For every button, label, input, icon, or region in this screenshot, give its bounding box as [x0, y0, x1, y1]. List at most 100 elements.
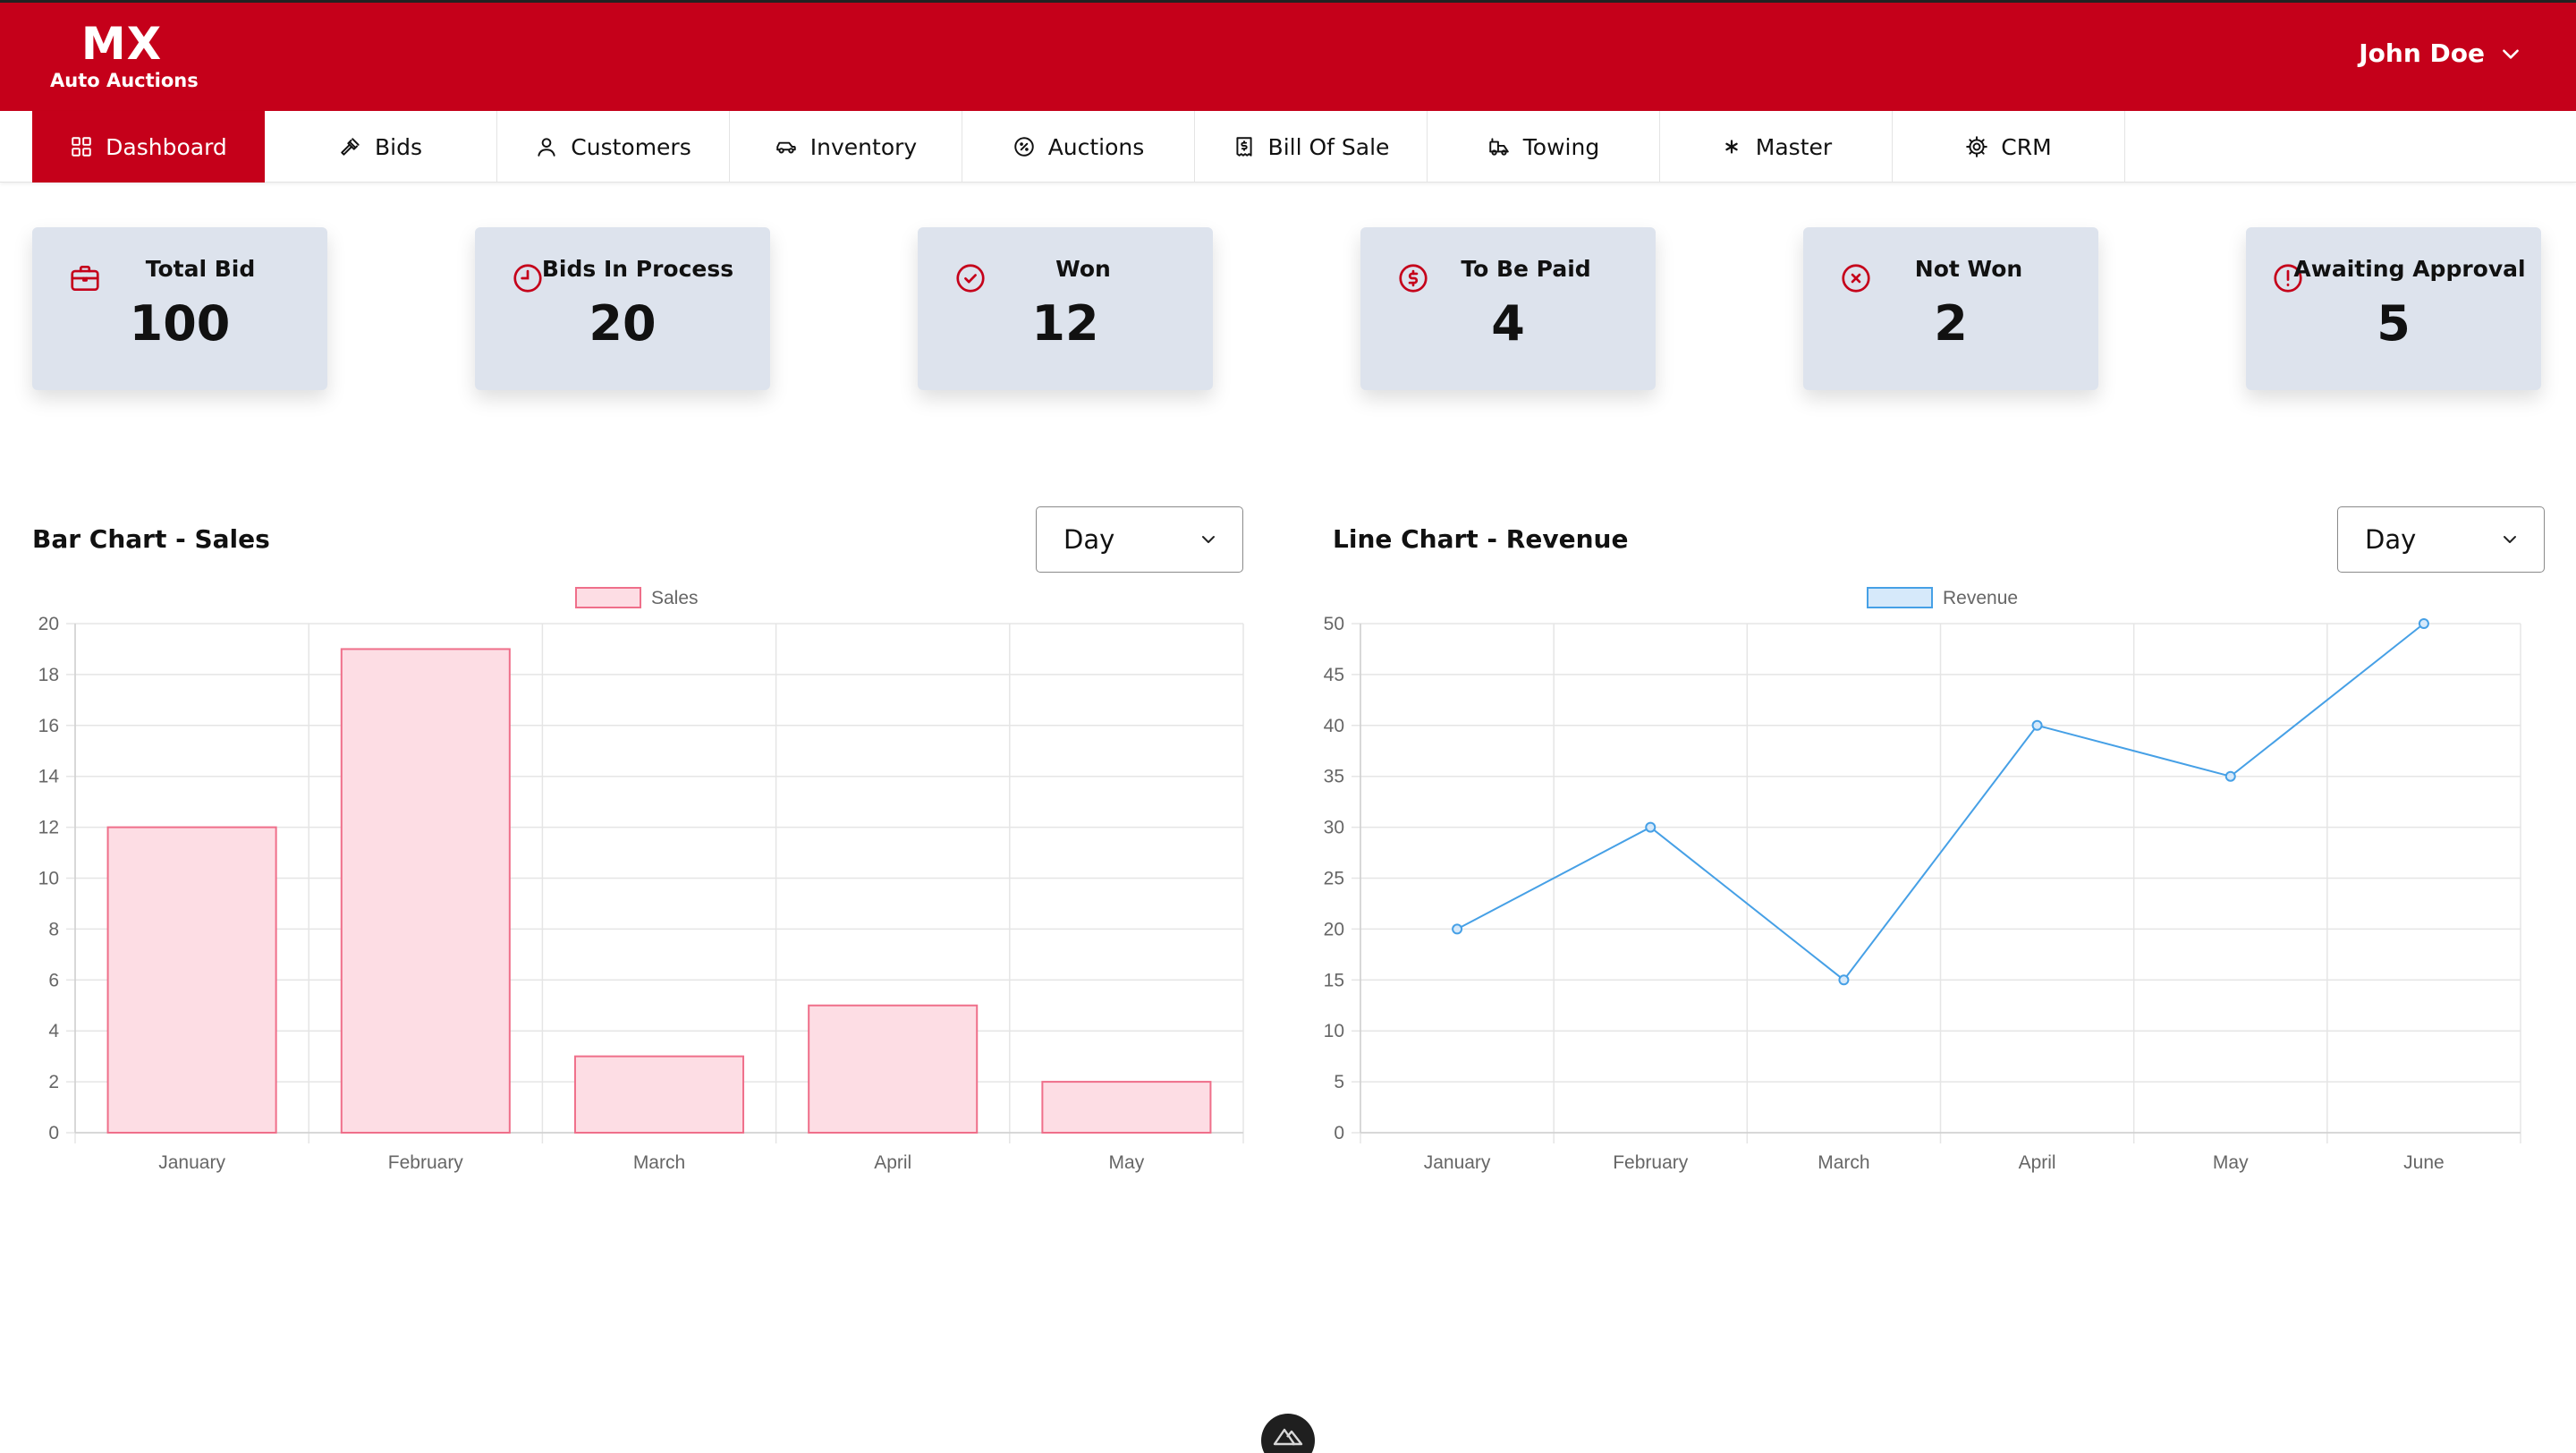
- x-tick-label: June: [2403, 1152, 2445, 1173]
- data-point: [1838, 974, 1850, 986]
- user-name: John Doe: [2359, 38, 2485, 68]
- stat-card-total-bid[interactable]: Total Bid 100: [32, 227, 327, 390]
- chevron-down-icon: [2503, 48, 2519, 59]
- sales-period-select[interactable]: Day: [1036, 506, 1243, 573]
- gavel-icon: [341, 138, 360, 156]
- y-tick-label: 16: [38, 716, 59, 736]
- nav-item-master[interactable]: Master: [1660, 111, 1893, 183]
- y-tick-label: 4: [48, 1021, 59, 1041]
- y-tick-label: 15: [1324, 970, 1344, 990]
- nav-item-bill-of-sale[interactable]: Bill Of Sale: [1195, 111, 1428, 183]
- stat-value: 20: [589, 295, 657, 352]
- legend-swatch: [1867, 587, 1933, 608]
- receipt-icon: [1235, 137, 1252, 157]
- bar: [573, 1055, 745, 1134]
- stat-card-won[interactable]: Won 12: [918, 227, 1213, 390]
- y-tick-label: 10: [1324, 1021, 1344, 1041]
- y-tick-label: 8: [48, 919, 59, 939]
- nav-item-label: Bill Of Sale: [1267, 133, 1390, 160]
- nav-item-inventory[interactable]: Inventory: [730, 111, 962, 183]
- nav-item-label: Dashboard: [106, 133, 227, 160]
- nav-item-dashboard[interactable]: Dashboard: [32, 111, 265, 183]
- nav-item-crm[interactable]: CRM: [1893, 111, 2125, 183]
- main-nav: Dashboard Bids Customers Inventory Aucti…: [0, 111, 2576, 183]
- sales-period-value: Day: [1063, 524, 1115, 555]
- stat-label: Not Won: [1914, 256, 2023, 282]
- y-tick-label: 12: [38, 818, 59, 838]
- data-point: [2418, 618, 2429, 629]
- nav-item-label: Customers: [571, 133, 691, 160]
- stat-value: 5: [2377, 295, 2411, 352]
- chevron-down-icon: [1202, 536, 1215, 543]
- y-tick-label: 20: [38, 614, 59, 634]
- revenue-line-chart: Revenue 0 5 10 15 20 25 30 35 40 45 50 January Februa…: [1324, 587, 2521, 1173]
- nav-item-customers[interactable]: Customers: [497, 111, 730, 183]
- stat-label: Bids In Process: [541, 256, 734, 282]
- x-tick-label: May: [1109, 1152, 1145, 1173]
- y-tick-label: 2: [48, 1072, 59, 1092]
- asterisk-icon: [1725, 140, 1738, 154]
- nav-item-label: Inventory: [809, 133, 918, 160]
- stat-label: To Be Paid: [1461, 256, 1591, 282]
- brand-logo[interactable]: MX Auto Auctions: [50, 18, 199, 92]
- data-point: [1645, 821, 1657, 833]
- x-tick-label: February: [388, 1152, 464, 1173]
- stat-card-bids-in-process[interactable]: Bids In Process 20: [475, 227, 770, 390]
- data-point: [2031, 719, 2043, 731]
- stat-label: Total Bid: [145, 256, 256, 282]
- y-tick-label: 30: [1324, 818, 1344, 838]
- x-tick-label: March: [1818, 1152, 1869, 1173]
- nav-item-bids[interactable]: Bids: [265, 111, 497, 183]
- bar: [1041, 1081, 1212, 1134]
- stat-card-not-won[interactable]: Not Won 2: [1803, 227, 2098, 390]
- y-tick-label: 0: [1334, 1123, 1344, 1143]
- nav-item-auctions[interactable]: Auctions: [962, 111, 1195, 183]
- y-tick-label: 14: [38, 767, 60, 787]
- y-tick-label: 10: [38, 869, 59, 889]
- nav-item-label: Bids: [375, 133, 422, 160]
- nav-item-label: Towing: [1522, 133, 1600, 160]
- stat-card-awaiting-approval[interactable]: Awaiting Approval 5: [2246, 227, 2541, 390]
- y-tick-label: 25: [1324, 869, 1344, 889]
- percent-badge-icon: [1013, 137, 1034, 157]
- x-tick-label: February: [1613, 1152, 1689, 1173]
- stat-value: 2: [1934, 295, 1968, 352]
- gear-icon: [1966, 136, 1988, 157]
- bar: [808, 1004, 979, 1134]
- y-tick-label: 40: [1324, 716, 1344, 736]
- stat-value: 100: [129, 295, 231, 352]
- x-tick-label: January: [1424, 1152, 1491, 1173]
- top-bar: MX Auto Auctions John Doe: [0, 0, 2576, 111]
- x-tick-label: April: [2019, 1152, 2056, 1173]
- x-tick-label: May: [2213, 1152, 2249, 1173]
- devtools-button[interactable]: [1261, 1414, 1315, 1453]
- legend-swatch: [575, 587, 641, 608]
- x-tick-label: March: [633, 1152, 685, 1173]
- x-tick-label: April: [874, 1152, 911, 1173]
- car-icon: [776, 141, 796, 154]
- legend-label: Revenue: [1943, 588, 2018, 608]
- nav-item-label: Auctions: [1047, 133, 1145, 160]
- dashboard-icon: [72, 137, 91, 157]
- nav-item-label: CRM: [2001, 133, 2052, 160]
- data-point: [1452, 923, 1463, 935]
- nav-item-label: Master: [1755, 133, 1833, 160]
- user-icon: [538, 138, 555, 157]
- data-point: [2224, 770, 2236, 782]
- legend-label: Sales: [651, 588, 699, 608]
- revenue-period-value: Day: [2365, 524, 2417, 555]
- chevron-down-icon: [2504, 536, 2516, 543]
- brand-name: MX: [80, 18, 163, 70]
- stat-card-to-be-paid[interactable]: To Be Paid 4: [1360, 227, 1656, 390]
- nav-item-towing[interactable]: Towing: [1428, 111, 1660, 183]
- stat-label: Won: [1055, 256, 1111, 282]
- y-tick-label: 5: [1334, 1072, 1344, 1092]
- revenue-period-select[interactable]: Day: [2337, 506, 2545, 573]
- y-tick-label: 18: [38, 665, 59, 685]
- user-menu[interactable]: John Doe: [2359, 38, 2522, 68]
- stat-label: Awaiting Approval: [2293, 256, 2526, 282]
- sales-bar-chart: Sales 0 2 4 6 8 10 12 14 16 18 20 January February Mar…: [38, 587, 1244, 1173]
- mountain-logo-icon: [1273, 1428, 1303, 1446]
- y-tick-label: 45: [1324, 665, 1344, 685]
- brand-subtitle: Auto Auctions: [50, 70, 199, 91]
